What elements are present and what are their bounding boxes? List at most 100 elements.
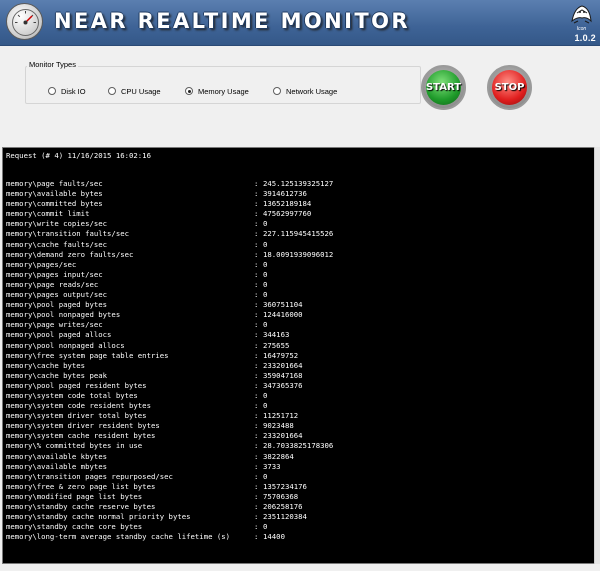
counter-separator: : — [254, 219, 259, 229]
counter-value: 275655 — [263, 340, 290, 350]
radio-memory-usage[interactable]: Memory Usage — [185, 85, 249, 97]
counter-separator: : — [254, 380, 259, 390]
counter-row: memory\free system page table entries:16… — [6, 351, 586, 361]
counter-separator: : — [254, 179, 259, 188]
counter-row: memory\demand zero faults/sec:18.0091939… — [6, 250, 586, 260]
counter-value: 0 — [263, 279, 268, 289]
counter-row: memory\pool paged resident bytes:3473653… — [6, 381, 586, 391]
counter-row: memory\system code total bytes:0 — [6, 391, 586, 401]
counter-value: 0 — [263, 401, 268, 411]
counter-value: 233201664 — [263, 431, 303, 441]
counter-name: memory\standby cache reserve bytes — [6, 502, 156, 511]
counter-name: memory\page reads/sec — [6, 279, 99, 289]
counter-row: memory\committed bytes:13652189184 — [6, 199, 586, 209]
counter-row: memory\system driver resident bytes:9023… — [6, 421, 586, 431]
counter-row: memory\pages output/sec:0 — [6, 290, 586, 300]
title-bar: NEAR REALTIME MONITOR Icon 1.0.2 — [0, 0, 600, 46]
counter-separator: : — [254, 390, 259, 400]
counter-name: memory\pool paged resident bytes — [6, 380, 147, 390]
counter-value: 124416000 — [263, 310, 303, 320]
counter-name: memory\system code resident bytes — [6, 401, 151, 411]
stop-button[interactable]: STOP — [487, 65, 532, 110]
counter-separator: : — [254, 491, 259, 501]
counter-value: 245.125139325127 — [263, 179, 334, 188]
counter-value: 233201664 — [263, 360, 303, 370]
radio-indicator[interactable] — [185, 87, 193, 95]
counter-separator: : — [254, 229, 259, 239]
counter-separator: : — [254, 340, 259, 350]
counter-row: memory\standby cache normal priority byt… — [6, 512, 586, 522]
counter-row: memory\system driver total bytes:1125171… — [6, 411, 586, 421]
counter-name: memory\write copies/sec — [6, 219, 108, 229]
counter-value: 13652189184 — [263, 199, 312, 209]
counter-name: memory\transition pages repurposed/sec — [6, 471, 173, 481]
counter-separator: : — [254, 199, 259, 209]
counter-row: memory\cache bytes:233201664 — [6, 361, 586, 371]
counter-name: memory\page writes/sec — [6, 320, 103, 330]
counter-name: memory\pages input/sec — [6, 269, 103, 279]
counter-separator: : — [254, 249, 259, 259]
counter-row: memory\standby cache reserve bytes:20625… — [6, 502, 586, 512]
counter-separator: : — [254, 279, 259, 289]
logo-caption: Icon — [576, 26, 587, 32]
counter-name: memory\available bytes — [6, 189, 103, 199]
counter-separator: : — [254, 532, 259, 542]
start-button[interactable]: START — [421, 65, 466, 110]
gauge-icon — [6, 3, 43, 40]
counter-row: memory\long-term average standby cache l… — [6, 532, 586, 542]
counter-value: 206258176 — [263, 502, 303, 511]
counter-separator: : — [254, 421, 259, 431]
counter-value: 0 — [263, 239, 268, 249]
counter-separator: : — [254, 290, 259, 300]
output-console[interactable]: Request (# 4) 11/16/2015 16:02:16 memory… — [2, 147, 596, 564]
counter-row: memory\page faults/sec:245.125139325127 — [6, 179, 586, 189]
counter-row: memory\transition pages repurposed/sec:0 — [6, 472, 586, 482]
stop-button-label[interactable]: STOP — [492, 70, 527, 105]
counter-separator: : — [254, 189, 259, 199]
app-title: NEAR REALTIME MONITOR — [54, 9, 410, 33]
counter-name: memory\long-term average standby cache l… — [6, 532, 231, 542]
counter-separator: : — [254, 471, 259, 481]
counter-row: memory\modified page list bytes:75706368 — [6, 492, 586, 502]
counter-row: memory\pool paged bytes:360751104 — [6, 300, 586, 310]
counter-name: memory\system cache resident bytes — [6, 431, 156, 441]
counter-value: 347365376 — [263, 380, 303, 390]
start-button-label[interactable]: START — [426, 70, 461, 105]
counter-name: memory\committed bytes — [6, 199, 103, 209]
counter-separator: : — [254, 300, 259, 310]
counter-name: memory\transition faults/sec — [6, 229, 130, 239]
counter-name: memory\demand zero faults/sec — [6, 249, 134, 259]
counter-name: memory\available kbytes — [6, 451, 108, 461]
counter-value: 18.0091939096012 — [263, 249, 334, 259]
version-label: 1.0.2 — [574, 33, 596, 43]
radio-label: Memory Usage — [198, 86, 249, 96]
counter-separator: : — [254, 431, 259, 441]
counter-value: 3914612736 — [263, 189, 307, 199]
counter-separator: : — [254, 441, 259, 451]
counter-name: memory\cache bytes peak — [6, 370, 108, 380]
counter-value: 0 — [263, 320, 268, 330]
counter-name: memory\% committed bytes in use — [6, 441, 143, 451]
radio-indicator[interactable] — [108, 87, 116, 95]
counter-row: memory\pool nonpaged bytes:124416000 — [6, 310, 586, 320]
counter-value: 1357234176 — [263, 481, 307, 491]
radio-cpu-usage[interactable]: CPU Usage — [108, 85, 161, 97]
counter-value: 14400 — [263, 532, 285, 542]
counter-value: 0 — [263, 259, 268, 269]
vertical-scrollbar[interactable] — [594, 147, 600, 564]
radio-disk-io[interactable]: Disk IO — [48, 85, 86, 97]
counter-name: memory\pool paged bytes — [6, 300, 108, 310]
counter-name: memory\available mbytes — [6, 461, 108, 471]
counter-name: memory\system driver total bytes — [6, 411, 147, 421]
counter-separator: : — [254, 239, 259, 249]
counter-separator: : — [254, 411, 259, 421]
radio-indicator[interactable] — [48, 87, 56, 95]
monitor-types-legend: Monitor Types — [27, 60, 78, 69]
counter-separator: : — [254, 370, 259, 380]
counter-name: memory\page faults/sec — [6, 179, 103, 188]
radio-indicator[interactable] — [273, 87, 281, 95]
counter-value: 344163 — [263, 330, 290, 340]
radio-network-usage[interactable]: Network Usage — [273, 85, 337, 97]
counter-separator: : — [254, 310, 259, 320]
counter-row: memory\pages input/sec:0 — [6, 270, 586, 280]
